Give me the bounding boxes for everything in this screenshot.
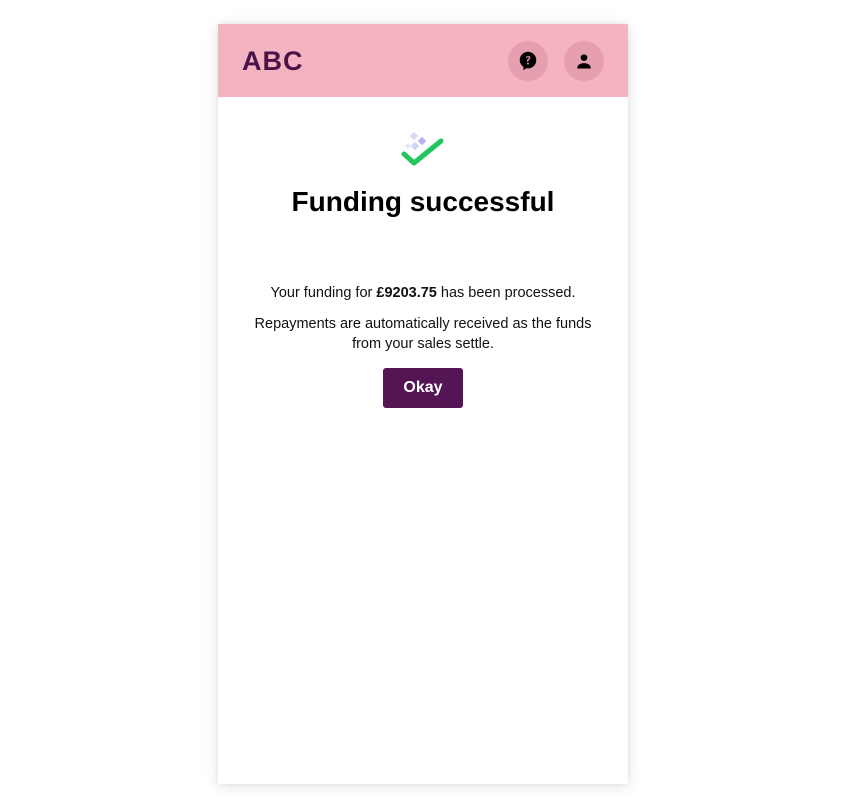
app-screen: ABC Funding successful Your funding for … [218, 24, 628, 784]
funding-message: Your funding for £9203.75 has been proce… [218, 283, 628, 303]
repayment-note: Repayments are automatically received as… [254, 316, 592, 352]
funding-suffix: has been processed. [436, 285, 576, 301]
page: ABC Funding successful Your funding for … [0, 0, 845, 808]
person-icon [574, 51, 594, 71]
help-bubble-icon [517, 50, 539, 72]
help-button[interactable] [508, 41, 548, 81]
funding-prefix: Your funding for [270, 285, 377, 301]
okay-button[interactable]: Okay [383, 368, 463, 408]
account-button[interactable] [564, 41, 604, 81]
page-title: Funding successful [291, 186, 555, 217]
success-check-icon [401, 129, 445, 171]
brand-logo[interactable]: ABC [242, 46, 304, 76]
top-bar: ABC [218, 24, 628, 97]
funding-amount: £9203.75 [376, 285, 437, 301]
